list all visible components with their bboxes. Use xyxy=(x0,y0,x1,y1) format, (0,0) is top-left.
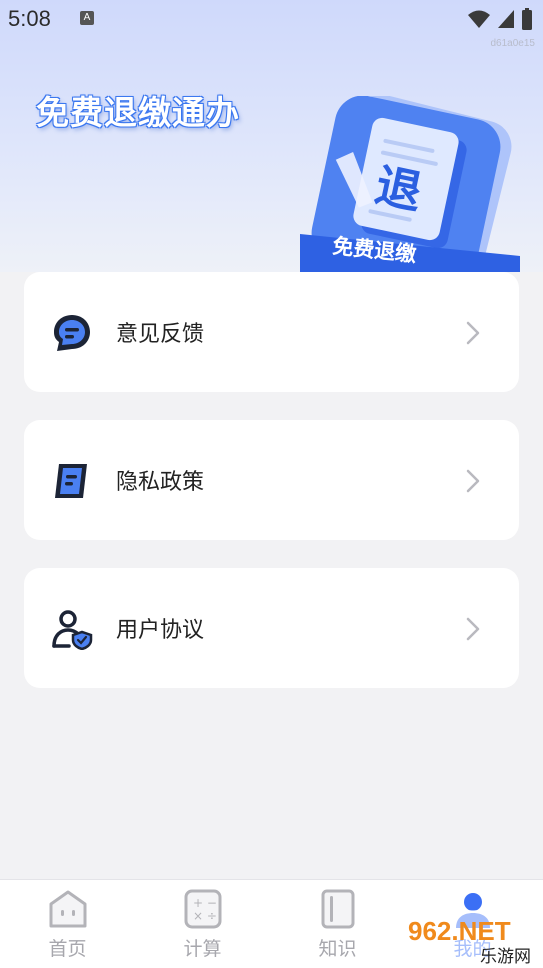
watermark-text: 962.NET xyxy=(408,916,511,946)
calculator-icon: + − × ÷ xyxy=(184,889,222,929)
home-icon xyxy=(49,890,87,928)
refund-badge-illustration: 退 免费退缴 xyxy=(300,96,520,272)
chevron-right-icon xyxy=(466,321,480,345)
chevron-right-icon xyxy=(466,617,480,641)
chevron-right-icon xyxy=(466,469,480,493)
book-icon xyxy=(321,889,355,929)
tab-calculate[interactable]: + − × ÷ 计算 xyxy=(135,880,270,968)
user-agreement-label: 用户协议 xyxy=(116,618,205,643)
svg-text:+ −: + − xyxy=(193,896,217,910)
notification-icon: A xyxy=(80,11,94,25)
signal-icon xyxy=(498,10,514,28)
privacy-policy-label: 隐私政策 xyxy=(116,470,205,495)
battery-icon xyxy=(522,8,532,30)
watermark-subtitle: 乐游网 xyxy=(480,947,531,967)
wifi-icon xyxy=(468,10,490,28)
user-agreement-item[interactable]: 用户协议 xyxy=(24,568,519,688)
feedback-icon xyxy=(54,315,90,351)
tab-knowledge-label: 知识 xyxy=(318,938,357,960)
tab-home[interactable]: 首页 xyxy=(0,880,135,968)
tab-knowledge[interactable]: 知识 xyxy=(270,880,405,968)
tab-home-label: 首页 xyxy=(48,938,87,960)
svg-text:× ÷: × ÷ xyxy=(193,909,217,923)
device-id: d61a0e15 xyxy=(490,38,536,49)
feedback-label: 意见反馈 xyxy=(116,322,205,347)
user-shield-icon xyxy=(52,610,93,650)
watermark-logo: 962.NET 乐游网 xyxy=(402,910,543,967)
status-time: 5:08 xyxy=(8,6,51,31)
banner-title: 免费退缴通办 xyxy=(36,93,240,132)
privacy-policy-item[interactable]: 隐私政策 xyxy=(24,420,519,540)
status-bar: 5:08 A xyxy=(0,0,543,40)
tab-calculate-label: 计算 xyxy=(183,938,222,960)
feedback-item[interactable]: 意见反馈 xyxy=(24,272,519,392)
privacy-document-icon xyxy=(55,464,87,498)
